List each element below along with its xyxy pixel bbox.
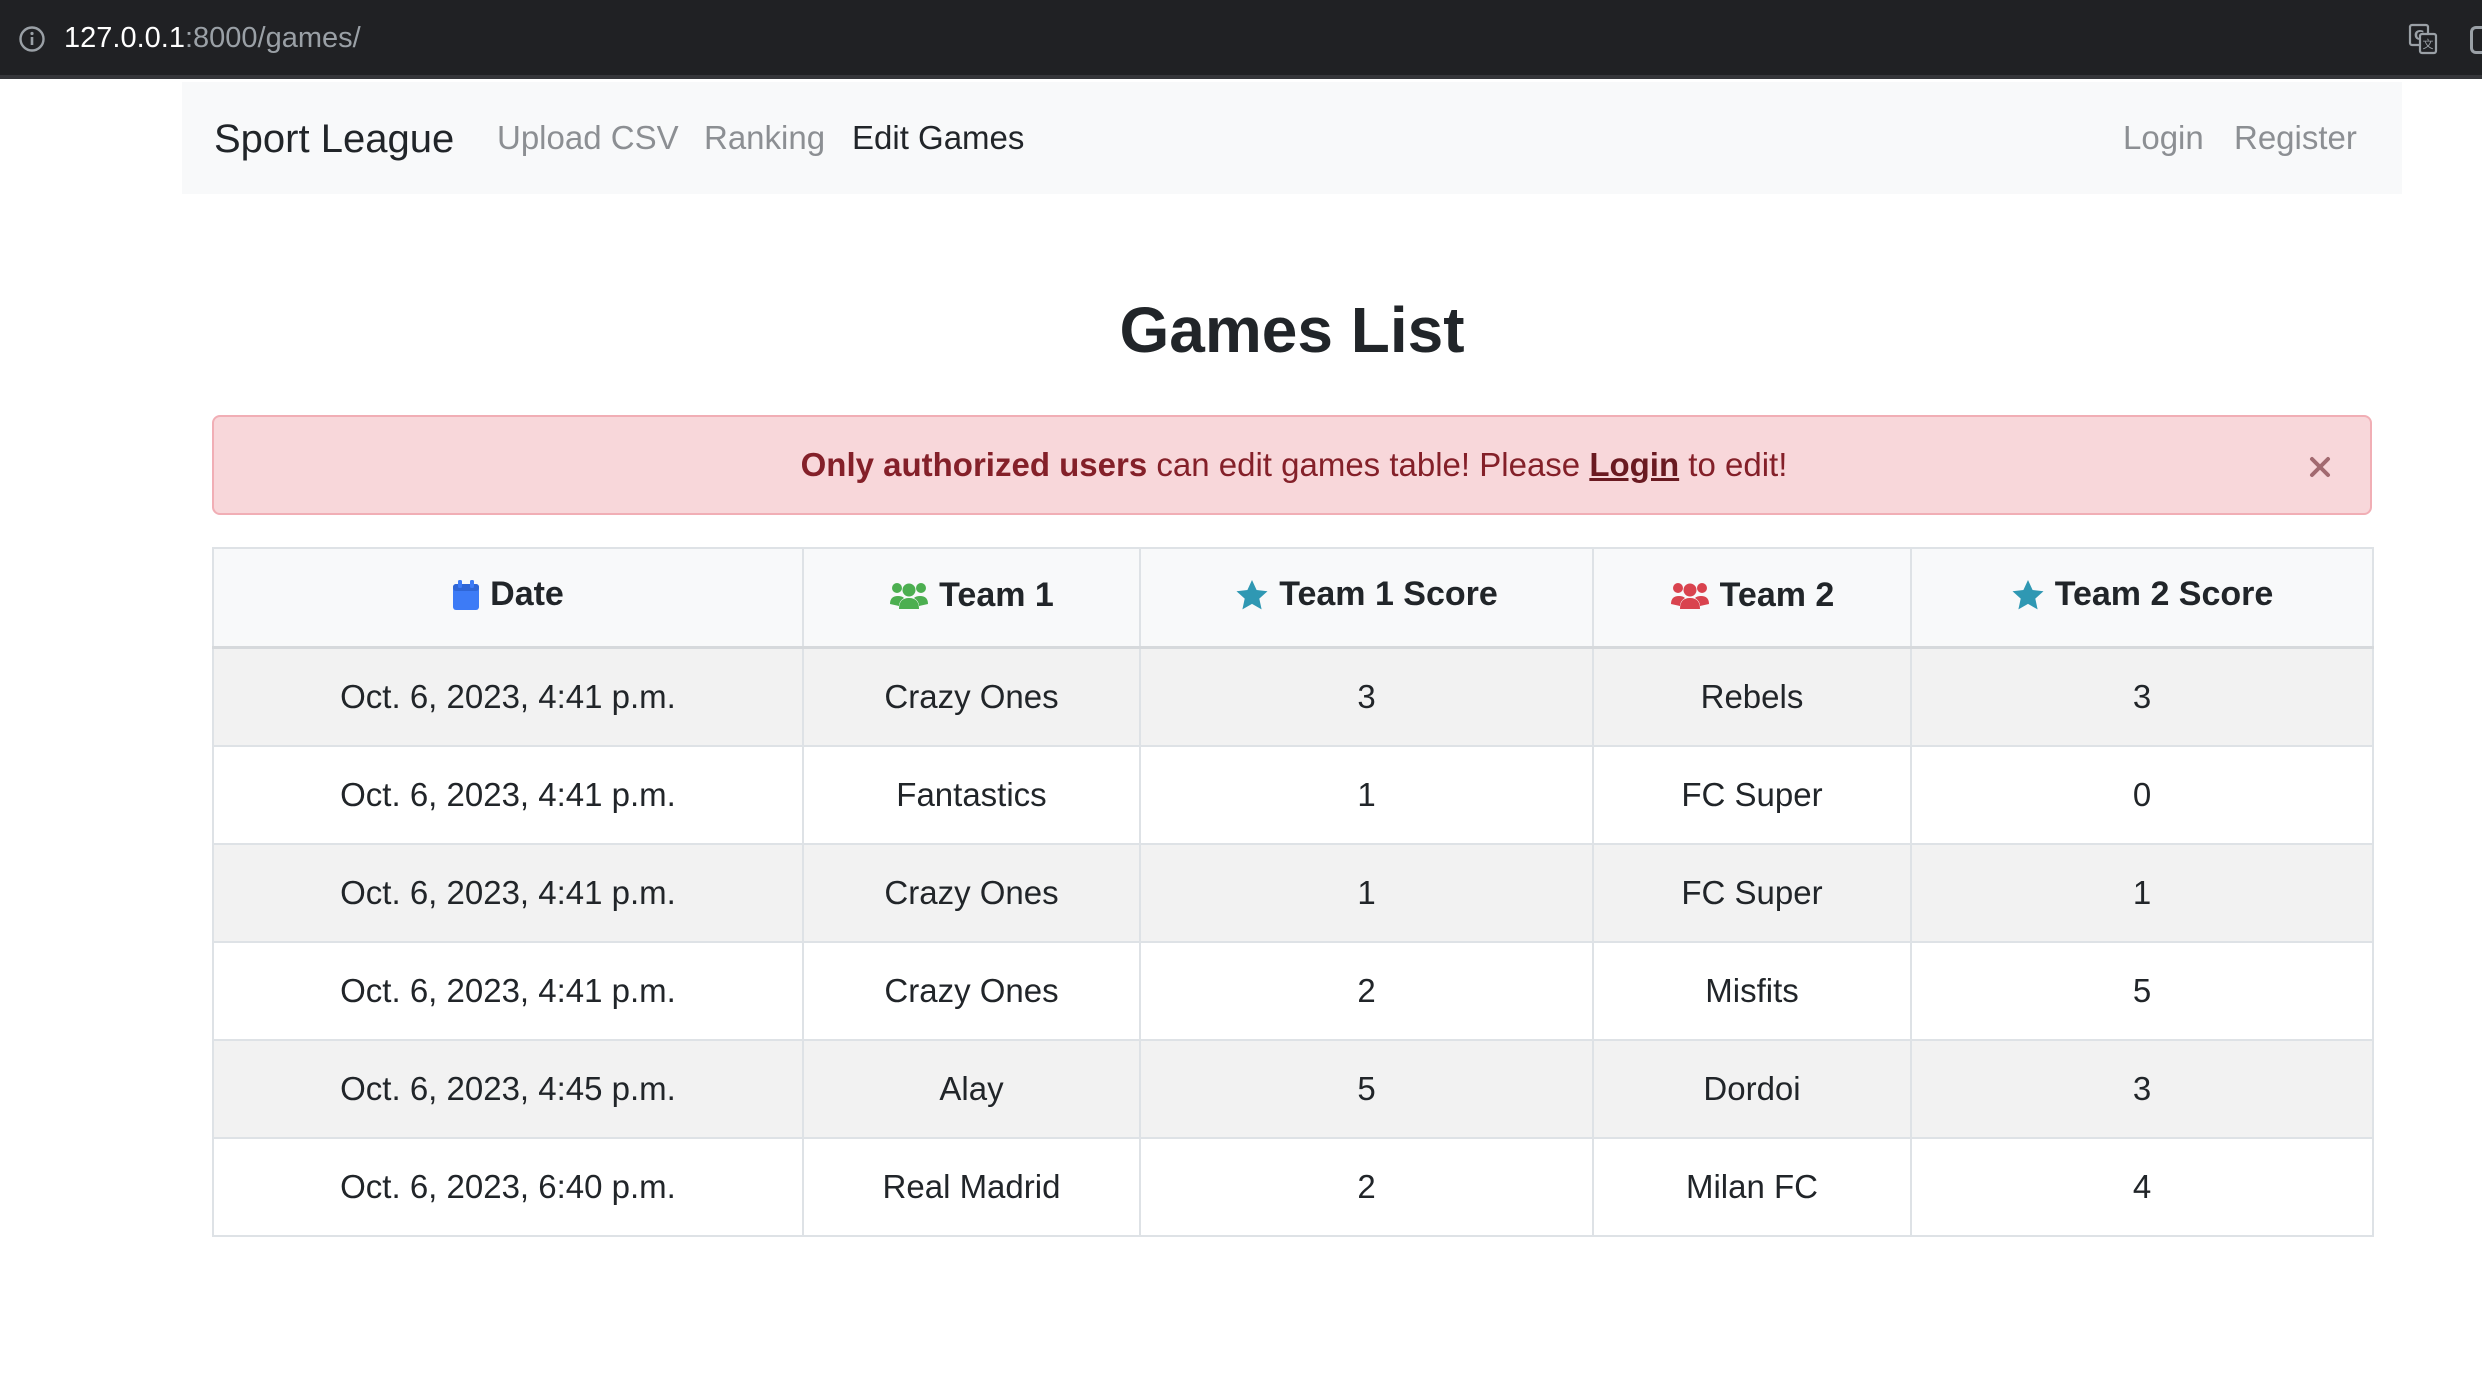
cell-team1-score: 3 (1139, 646, 1594, 747)
cell-date: Oct. 6, 2023, 4:41 p.m. (212, 843, 804, 943)
games-table: Date Team 1 Team 1 Score Team 2 Team 2 S… (212, 547, 2374, 1237)
cell-team2: FC Super (1592, 745, 1912, 845)
nav-link-login[interactable]: Login (2123, 116, 2204, 160)
translate-icon[interactable]: G 文 (2408, 22, 2438, 56)
column-header-team1[interactable]: Team 1 (802, 547, 1141, 649)
cell-team1: Crazy Ones (802, 941, 1141, 1041)
alert-message: Only authorized users can edit games tab… (214, 417, 2374, 513)
page-title: Games List (1119, 294, 1465, 366)
nav-link-register[interactable]: Register (2234, 116, 2357, 160)
star-icon (1236, 579, 1268, 610)
table-row[interactable]: Oct. 6, 2023, 4:41 p.m. Crazy Ones 2 Mis… (212, 941, 2374, 1041)
cell-team1-score: 2 (1139, 941, 1594, 1041)
column-header-team1-score[interactable]: Team 1 Score (1139, 547, 1594, 649)
column-header-date[interactable]: Date (212, 547, 804, 649)
table-header-row: Date Team 1 Team 1 Score Team 2 Team 2 S… (212, 547, 2374, 649)
cell-team1: Alay (802, 1039, 1141, 1139)
calendar-icon (453, 579, 480, 610)
cell-team2: Dordoi (1592, 1039, 1912, 1139)
column-header-label: Date (490, 575, 564, 614)
table-row[interactable]: Oct. 6, 2023, 4:41 p.m. Fantastics 1 FC … (212, 745, 2374, 845)
info-icon[interactable] (17, 24, 47, 54)
column-header-label: Team 2 Score (2054, 575, 2274, 614)
cell-date: Oct. 6, 2023, 4:41 p.m. (212, 941, 804, 1041)
cell-team1-score: 5 (1139, 1039, 1594, 1139)
users-icon (890, 583, 929, 610)
cell-team1-score: 1 (1139, 745, 1594, 845)
table-row[interactable]: Oct. 6, 2023, 6:40 p.m. Real Madrid 2 Mi… (212, 1137, 2374, 1237)
cell-date: Oct. 6, 2023, 4:41 p.m. (212, 745, 804, 845)
alert-text-mid: can edit games table! Please (1147, 446, 1590, 483)
users-icon (1670, 583, 1709, 610)
url-path: :8000/games/ (184, 22, 361, 54)
cell-team2-score: 1 (1910, 843, 2374, 943)
close-icon[interactable] (2300, 447, 2340, 487)
cell-team2-score: 3 (1910, 1039, 2374, 1139)
cell-team2: FC Super (1592, 843, 1912, 943)
column-header-team2[interactable]: Team 2 (1592, 547, 1912, 649)
cell-team1: Crazy Ones (802, 843, 1141, 943)
cell-team1: Real Madrid (802, 1137, 1141, 1237)
cell-team2: Misfits (1592, 941, 1912, 1041)
url-text[interactable]: 127.0.0.1:8000/games/ (64, 18, 361, 58)
extension-icon[interactable] (2470, 26, 2482, 54)
cell-team1-score: 1 (1139, 843, 1594, 943)
alert-login-link[interactable]: Login (1589, 446, 1679, 483)
column-header-label: Team 1 Score (1279, 575, 1498, 614)
column-header-label: Team 1 (939, 575, 1054, 614)
nav-link-edit-games[interactable]: Edit Games (852, 116, 1024, 160)
cell-team2-score: 4 (1910, 1137, 2374, 1237)
cell-team1: Fantastics (802, 745, 1141, 845)
cell-team2-score: 3 (1910, 646, 2374, 747)
cell-team1: Crazy Ones (802, 646, 1141, 747)
auth-alert: Only authorized users can edit games tab… (212, 415, 2372, 515)
cell-team2-score: 0 (1910, 745, 2374, 845)
table-row[interactable]: Oct. 6, 2023, 4:41 p.m. Crazy Ones 3 Reb… (212, 646, 2374, 747)
cell-team2: Rebels (1592, 646, 1912, 747)
star-icon (2012, 579, 2044, 610)
column-header-label: Team 2 (1719, 575, 1835, 614)
navbar-brand[interactable]: Sport League (214, 114, 454, 164)
url-host: 127.0.0.1 (64, 22, 185, 54)
cell-date: Oct. 6, 2023, 4:45 p.m. (212, 1039, 804, 1139)
nav-link-upload-csv[interactable]: Upload CSV (497, 116, 679, 160)
column-header-team2-score[interactable]: Team 2 Score (1910, 547, 2374, 649)
svg-text:文: 文 (2423, 37, 2434, 51)
browser-address-bar: 127.0.0.1:8000/games/ G 文 (0, 0, 2482, 79)
table-row[interactable]: Oct. 6, 2023, 4:45 p.m. Alay 5 Dordoi 3 (212, 1039, 2374, 1139)
cell-date: Oct. 6, 2023, 4:41 p.m. (212, 646, 804, 747)
cell-team2: Milan FC (1592, 1137, 1912, 1237)
navbar: Sport League Upload CSV Ranking Edit Gam… (182, 82, 2402, 194)
alert-bold-text: Only authorized users (800, 446, 1148, 483)
cell-date: Oct. 6, 2023, 6:40 p.m. (212, 1137, 804, 1237)
alert-text-end: to edit! (1679, 446, 1788, 483)
table-row[interactable]: Oct. 6, 2023, 4:41 p.m. Crazy Ones 1 FC … (212, 843, 2374, 943)
cell-team2-score: 5 (1910, 941, 2374, 1041)
nav-link-ranking[interactable]: Ranking (704, 116, 825, 160)
cell-team1-score: 2 (1139, 1137, 1594, 1237)
